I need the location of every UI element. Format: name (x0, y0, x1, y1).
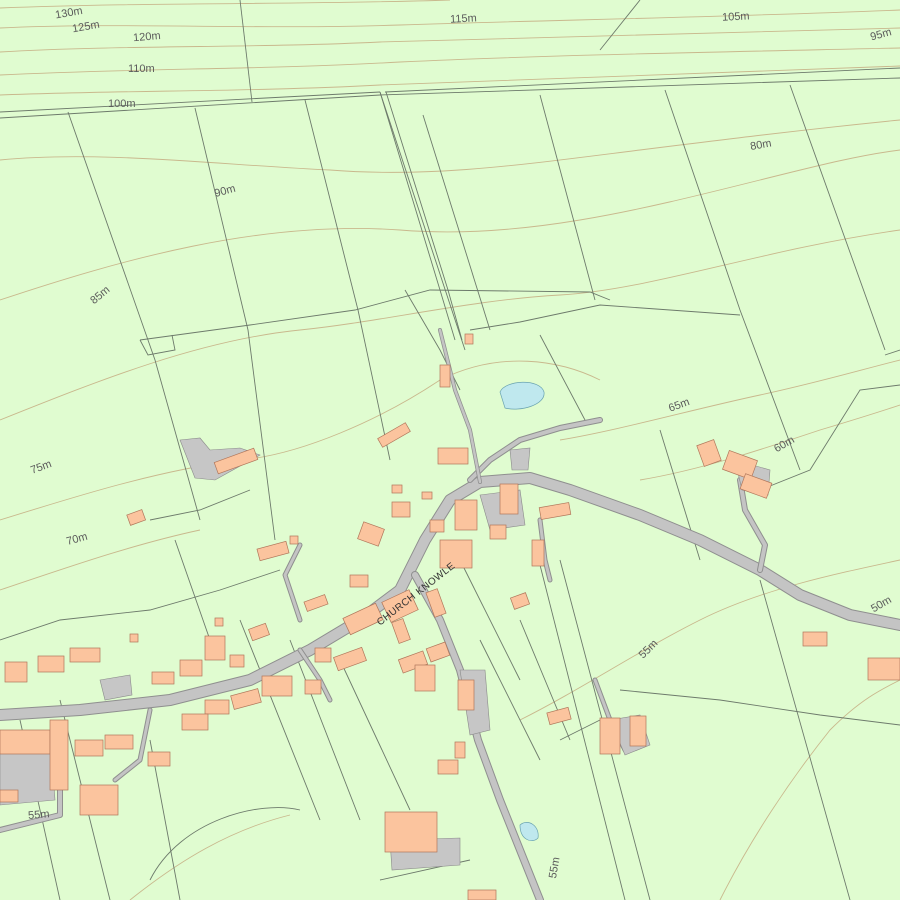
contour-label-105: 105m (722, 10, 750, 23)
ordnance-map: 130m 125m 120m 115m 110m 105m 100m 95m 9… (0, 0, 900, 900)
contour-label-110: 110m (128, 63, 155, 75)
contour-label-115: 115m (450, 12, 477, 25)
contour-label-55-west: 55m (28, 808, 50, 822)
contour-label-100: 100m (108, 98, 136, 110)
contour-label-120: 120m (133, 30, 161, 44)
